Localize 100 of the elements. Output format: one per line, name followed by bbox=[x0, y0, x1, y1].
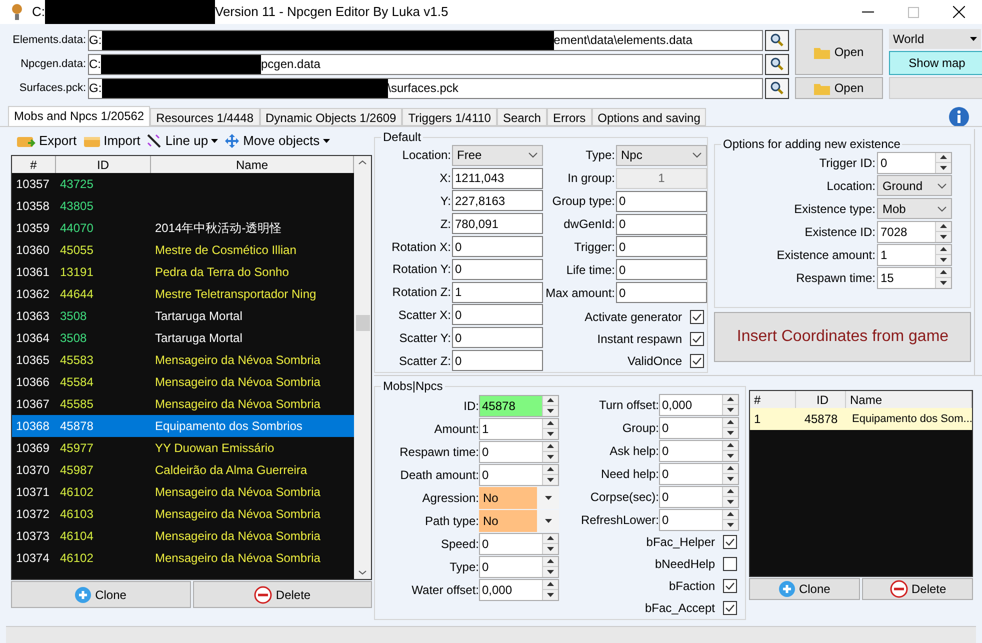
spinner-buttons[interactable] bbox=[722, 486, 738, 506]
spinner-buttons[interactable] bbox=[542, 418, 558, 438]
toolbar-button[interactable]: Import bbox=[82, 131, 140, 151]
list-row[interactable]: 10372 46103 Mensageiro da Névoa Sombria bbox=[12, 503, 354, 525]
list-row[interactable]: 10358 43805 bbox=[12, 195, 354, 217]
dropdown-field[interactable]: Ground bbox=[877, 175, 952, 196]
input-field[interactable]: 0 bbox=[616, 190, 707, 212]
spin-field[interactable]: 0 bbox=[659, 416, 739, 438]
list-row[interactable]: 10366 45584 Mensageiro da Névoa Sombria bbox=[12, 371, 354, 393]
list-row[interactable]: 10369 45977 YY Duowan Emissário bbox=[12, 437, 354, 459]
toolbar-button[interactable]: Export bbox=[16, 131, 77, 151]
toolbar-button[interactable]: Line up bbox=[146, 131, 218, 151]
tab[interactable]: Dynamic Objects 1/2609 bbox=[260, 108, 402, 126]
list-row[interactable]: 10370 45987 Caldeirão da Alma Guerreira bbox=[12, 459, 354, 481]
dropdown-field[interactable]: Mob bbox=[877, 198, 952, 219]
checkbox[interactable] bbox=[690, 354, 704, 368]
spinner-buttons[interactable] bbox=[542, 396, 558, 416]
list-row[interactable]: 10374 46102 Mensageiro da Névoa Sombria bbox=[12, 547, 354, 569]
input-field[interactable]: 0 bbox=[452, 304, 543, 326]
list-action-button[interactable]: Clone bbox=[749, 578, 860, 600]
spin-field[interactable]: 0 bbox=[479, 440, 559, 462]
spin-field[interactable]: 1 bbox=[877, 244, 952, 266]
input-field[interactable]: 0 bbox=[616, 214, 707, 234]
tab[interactable]: Search bbox=[496, 108, 547, 126]
dropdown-field[interactable]: Free bbox=[452, 144, 543, 166]
spin-field[interactable]: 0 bbox=[877, 152, 952, 174]
tab[interactable]: Mobs and Npcs 1/20562 bbox=[8, 106, 150, 126]
input-field[interactable]: 1 bbox=[616, 168, 707, 189]
list-row[interactable]: 10361 13191 Pedra da Terra do Sonho bbox=[12, 261, 354, 283]
spin-field[interactable]: 0 bbox=[659, 462, 739, 484]
list-row[interactable]: 10357 43725 bbox=[12, 173, 354, 195]
spin-field[interactable]: 0 bbox=[659, 508, 739, 530]
checkbox[interactable] bbox=[690, 332, 704, 346]
column-header[interactable]: ID bbox=[56, 156, 151, 173]
minimize-icon[interactable] bbox=[862, 11, 874, 13]
spin-field[interactable]: 0 bbox=[659, 486, 739, 508]
spinner-buttons[interactable] bbox=[542, 442, 558, 462]
list-row[interactable]: 10362 44644 Mestre Teletransportador Ning bbox=[12, 283, 354, 305]
path-field[interactable]: G: \surfaces.pck bbox=[88, 78, 763, 98]
spinner-buttons[interactable] bbox=[542, 464, 558, 484]
spin-field[interactable]: 1 bbox=[479, 418, 559, 440]
spinner-buttons[interactable] bbox=[935, 152, 952, 172]
search-button[interactable] bbox=[765, 54, 789, 74]
spinner-buttons[interactable] bbox=[935, 222, 952, 242]
tab[interactable]: Triggers 1/4110 bbox=[402, 108, 497, 126]
list-action-button[interactable]: Clone bbox=[11, 581, 190, 608]
tab[interactable]: Options and saving bbox=[592, 108, 706, 126]
scrollbar[interactable] bbox=[354, 156, 371, 579]
spinner-buttons[interactable] bbox=[722, 418, 738, 438]
spin-field[interactable]: 45878 bbox=[479, 394, 559, 416]
scroll-up-icon[interactable] bbox=[358, 160, 367, 165]
spin-field[interactable]: 0 bbox=[479, 532, 559, 554]
checkbox[interactable] bbox=[723, 535, 737, 549]
list-row[interactable]: 10368 45878 Equipamento dos Sombrios bbox=[12, 415, 354, 437]
list-row[interactable]: 1 45878 Equipamento dos Som... bbox=[750, 408, 972, 430]
list-row[interactable]: 10373 46104 Mensageiro da Névoa Sombria bbox=[12, 525, 354, 547]
spin-field[interactable]: 0 bbox=[479, 556, 559, 578]
spin-field[interactable]: 7028 bbox=[877, 220, 952, 242]
spinner-buttons[interactable] bbox=[935, 244, 952, 264]
close-icon[interactable] bbox=[953, 6, 965, 18]
info-icon[interactable] bbox=[948, 106, 970, 128]
spin-field[interactable]: 0,000 bbox=[659, 394, 739, 416]
spinner-buttons[interactable] bbox=[542, 556, 558, 576]
input-field[interactable]: 0 bbox=[452, 327, 543, 348]
input-field[interactable]: 0 bbox=[616, 282, 707, 304]
scroll-thumb[interactable] bbox=[356, 315, 370, 331]
spinner-buttons[interactable] bbox=[722, 464, 738, 484]
path-field[interactable]: C: pcgen.data bbox=[88, 54, 763, 74]
input-field[interactable]: 227,8163 bbox=[452, 190, 543, 212]
tab[interactable]: Errors bbox=[546, 108, 592, 126]
spinner-buttons[interactable] bbox=[722, 394, 738, 414]
open-button[interactable]: Open bbox=[795, 29, 883, 75]
path-field[interactable]: G: ement\data\elements.data bbox=[88, 30, 763, 50]
spinner-buttons[interactable] bbox=[935, 268, 952, 288]
list-row[interactable]: 10363 3508 Tartaruga Mortal bbox=[12, 305, 354, 327]
spin-field[interactable]: 0 bbox=[479, 464, 559, 486]
spin-field[interactable]: 0,000 bbox=[479, 578, 559, 600]
checkbox[interactable] bbox=[723, 557, 737, 571]
input-field[interactable]: 780,091 bbox=[452, 213, 543, 234]
insert-coordinates-button[interactable]: Insert Coordinates from game bbox=[714, 312, 972, 362]
list-action-button[interactable]: Delete bbox=[862, 578, 974, 600]
input-field[interactable]: 0 bbox=[452, 236, 543, 258]
checkbox[interactable] bbox=[723, 601, 737, 615]
list-row[interactable]: 10364 3508 Tartaruga Mortal bbox=[12, 327, 354, 349]
input-field[interactable]: 0 bbox=[452, 350, 543, 372]
spinner-buttons[interactable] bbox=[722, 510, 738, 530]
checkbox[interactable] bbox=[723, 579, 737, 593]
list-row[interactable]: 10367 45585 Mensageiro da Névoa Sombria bbox=[12, 393, 354, 415]
input-field[interactable]: 1211,043 bbox=[452, 168, 543, 189]
checkbox[interactable] bbox=[690, 310, 704, 324]
input-field[interactable]: 0 bbox=[616, 259, 707, 280]
scroll-down-icon[interactable] bbox=[358, 570, 367, 575]
input-field[interactable]: 0 bbox=[452, 258, 543, 280]
list-action-button[interactable]: Delete bbox=[192, 581, 372, 608]
dropdown-field[interactable]: Npc bbox=[616, 144, 707, 166]
tab[interactable]: Resources 1/4448 bbox=[150, 108, 260, 126]
spinner-buttons[interactable] bbox=[722, 440, 738, 460]
list-row[interactable]: 10360 45055 Mestre de Cosmético Illian bbox=[12, 239, 354, 261]
world-dropdown[interactable]: World bbox=[889, 29, 981, 49]
spinner-buttons[interactable] bbox=[542, 534, 558, 554]
